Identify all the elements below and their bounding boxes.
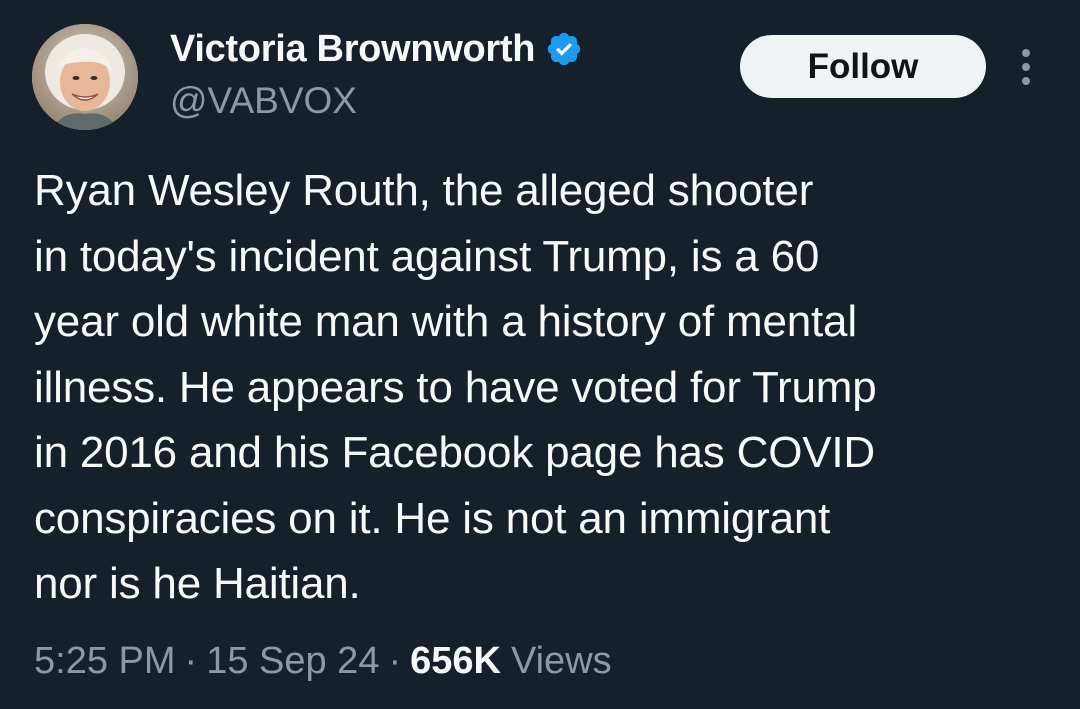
- author-info: Victoria Brownworth @VABVOX: [170, 26, 583, 122]
- handle[interactable]: @VABVOX: [170, 80, 583, 122]
- tweet-text: Ryan Wesley Routh, the alleged shooter i…: [34, 166, 877, 608]
- verified-badge-icon: [545, 30, 583, 68]
- views-count[interactable]: 656K: [410, 640, 501, 683]
- avatar[interactable]: [32, 24, 138, 130]
- meta-separator: ·: [184, 640, 198, 682]
- tweet-time[interactable]: 5:25 PM: [34, 640, 176, 683]
- name-row: Victoria Brownworth: [170, 26, 583, 72]
- more-vertical-icon[interactable]: [1010, 44, 1042, 90]
- tweet-metadata: 5:25 PM · 15 Sep 24 · 656K Views: [34, 640, 612, 683]
- tweet-card: Victoria Brownworth @VABVOX Follow Ryan …: [0, 0, 1080, 709]
- avatar-image: [32, 24, 138, 130]
- follow-button[interactable]: Follow: [740, 35, 986, 98]
- meta-separator: ·: [388, 640, 402, 682]
- display-name[interactable]: Victoria Brownworth: [170, 28, 536, 71]
- views-label: Views: [510, 640, 612, 682]
- tweet-date[interactable]: 15 Sep 24: [206, 640, 379, 683]
